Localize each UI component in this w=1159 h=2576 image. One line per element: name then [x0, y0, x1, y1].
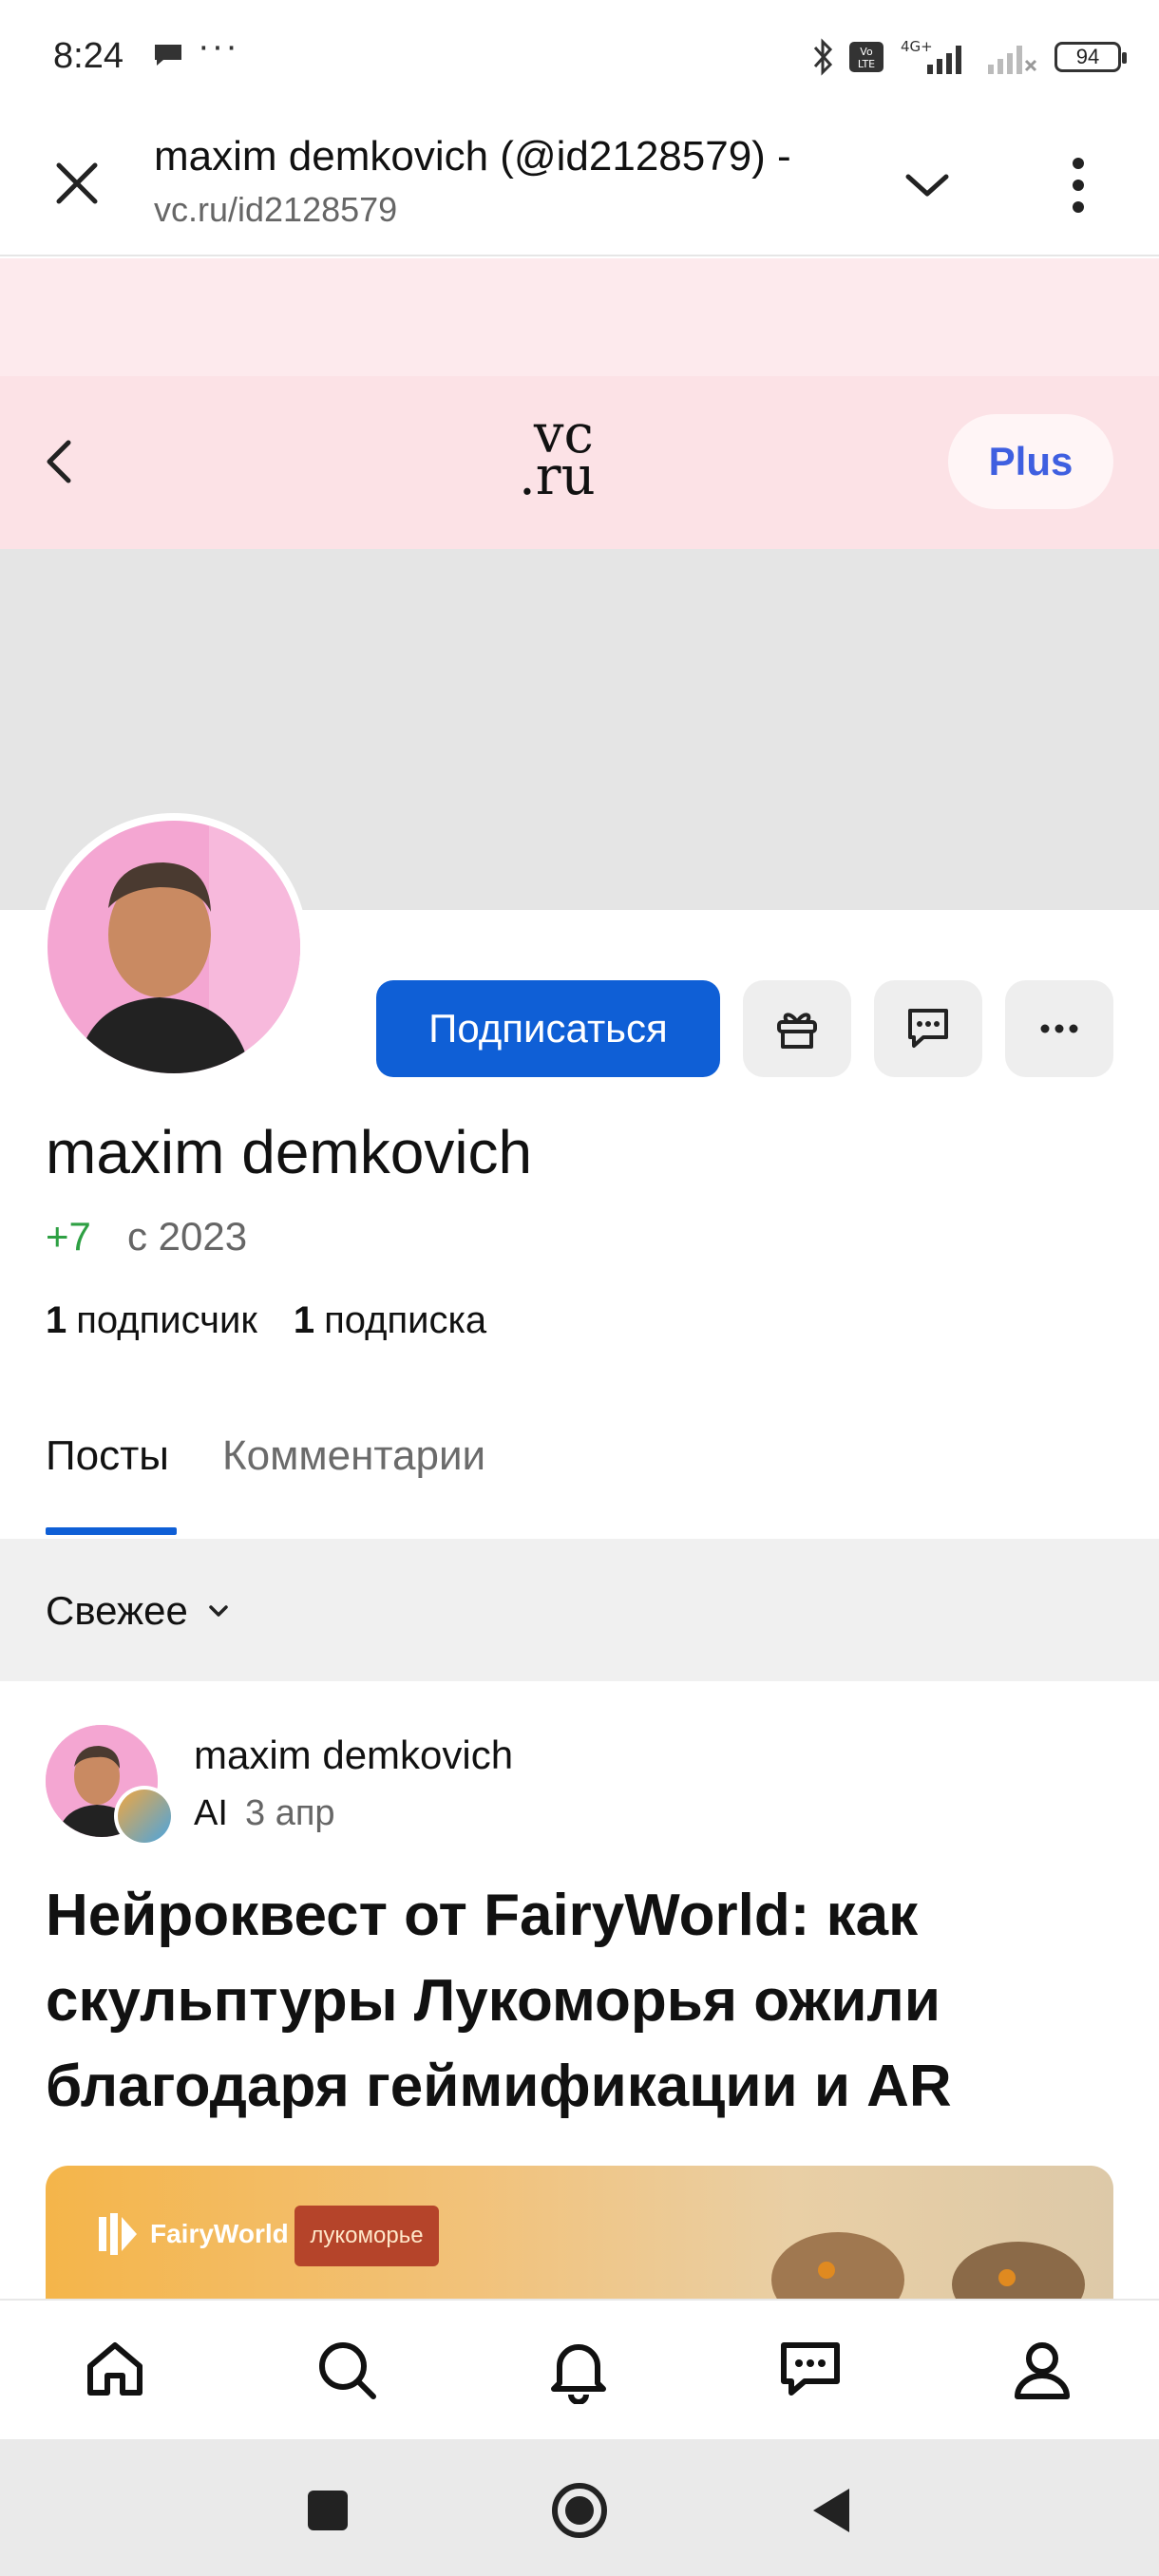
avatar[interactable]: [40, 813, 308, 1081]
member-since: с 2023: [127, 1214, 248, 1259]
nav-profile[interactable]: [1001, 2329, 1083, 2411]
logo-line-2: .ru: [519, 445, 596, 507]
rating: +7: [46, 1214, 91, 1259]
feed-filter-bar: Свежее: [0, 1539, 1159, 1681]
more-vertical-icon[interactable]: [1054, 152, 1102, 218]
top-banner: [0, 258, 1159, 376]
recents-icon: [308, 2491, 348, 2530]
dragon-illustration: [771, 2232, 1085, 2299]
nav-messages[interactable]: [770, 2329, 851, 2411]
sort-label: Свежее: [46, 1588, 188, 1633]
more-horizontal-icon: [1040, 1024, 1078, 1033]
chevron-down-icon[interactable]: [899, 156, 956, 213]
following-count: 1: [293, 1299, 315, 1341]
follow-counts: 1 подписчик 1 подписка: [46, 1299, 486, 1342]
chat-notification-icon: [155, 45, 181, 66]
lukomorye-badge: лукоморье: [294, 2206, 439, 2266]
site-header: vc .ru Plus: [0, 376, 1159, 549]
system-navigation: [0, 2439, 1159, 2576]
back-icon[interactable]: [38, 433, 80, 490]
sort-dropdown[interactable]: Свежее: [46, 1588, 232, 1634]
following-link[interactable]: 1 подписка: [294, 1299, 486, 1342]
signal-4g-icon: 4G+: [901, 38, 961, 74]
gift-icon: [777, 1013, 817, 1049]
subsite-badge[interactable]: [114, 1786, 175, 1847]
followers-count: 1: [46, 1299, 67, 1341]
site-logo[interactable]: vc .ru: [519, 408, 596, 503]
avatar-photo: [48, 821, 300, 1073]
signal-sim2-icon: [988, 46, 1037, 74]
message-icon: [908, 1009, 948, 1048]
fairyworld-logo-icon: [99, 2213, 137, 2255]
bell-icon: [551, 2344, 606, 2404]
back-triangle-icon: [813, 2489, 849, 2532]
nav-search[interactable]: [306, 2329, 388, 2411]
plus-button[interactable]: Plus: [948, 414, 1113, 509]
post-subsite[interactable]: AI: [194, 1793, 228, 1834]
home-circle-icon: [552, 2483, 607, 2538]
active-tab-indicator: [46, 1527, 177, 1535]
home-system-button[interactable]: [546, 2477, 613, 2544]
profile-name: maxim demkovich: [46, 1118, 533, 1186]
followers-label: подписчик: [76, 1299, 257, 1341]
bluetooth-icon: [813, 38, 833, 76]
message-button[interactable]: [874, 980, 982, 1077]
home-icon: [87, 2342, 142, 2396]
fairyworld-text: FairyWorld: [150, 2219, 289, 2248]
browser-page-title: maxim demkovich (@id2128579) -: [154, 133, 791, 180]
post-date: 3 апр: [245, 1793, 335, 1833]
fairyworld-logo: FairyWorld: [95, 2211, 289, 2257]
recents-button[interactable]: [294, 2477, 361, 2544]
svg-text:Vo: Vo: [860, 46, 873, 58]
chevron-down-icon: [209, 1605, 228, 1617]
nav-notifications[interactable]: [538, 2329, 619, 2411]
status-time: 8:24: [53, 36, 124, 76]
tab-comments[interactable]: Комментарии: [222, 1432, 485, 1480]
volte-icon: Vo LTE: [849, 42, 884, 72]
post-author[interactable]: maxim demkovich: [194, 1733, 513, 1778]
lukomorye-text: лукоморье: [310, 2223, 424, 2248]
tab-posts[interactable]: Посты: [46, 1432, 169, 1480]
browser-url[interactable]: vc.ru/id2128579: [154, 190, 397, 230]
following-label: подписка: [324, 1299, 487, 1341]
chat-icon: [781, 2342, 840, 2396]
back-system-button[interactable]: [798, 2477, 864, 2544]
status-more-icon: ···: [198, 27, 239, 66]
status-indicators: Vo LTE 4G+ 94: [811, 34, 1127, 80]
svg-text:LTE: LTE: [858, 58, 875, 70]
post-title[interactable]: Нейроквест от FairyWorld: как скульптуры…: [46, 1873, 1119, 2130]
browser-toolbar: maxim demkovich (@id2128579) - vc.ru/id2…: [0, 114, 1159, 256]
donate-button[interactable]: [743, 980, 851, 1077]
search-icon: [319, 2342, 376, 2399]
battery-icon: 94: [1054, 42, 1127, 72]
nav-home[interactable]: [74, 2329, 156, 2411]
subscribe-button[interactable]: Подписаться: [376, 980, 720, 1077]
svg-text:4G+: 4G+: [901, 38, 933, 55]
status-bar: 8:24 ··· Vo LTE 4G+ 94: [0, 0, 1159, 114]
profile-icon: [1015, 2342, 1070, 2399]
profile-tabs: Посты Комментарии: [0, 1387, 1159, 1539]
close-icon[interactable]: [49, 156, 104, 211]
followers-link[interactable]: 1 подписчик: [46, 1299, 257, 1342]
more-button[interactable]: [1005, 980, 1113, 1077]
post-cover-image[interactable]: FairyWorld лукоморье: [46, 2166, 1113, 2299]
bottom-navigation: [0, 2299, 1159, 2439]
